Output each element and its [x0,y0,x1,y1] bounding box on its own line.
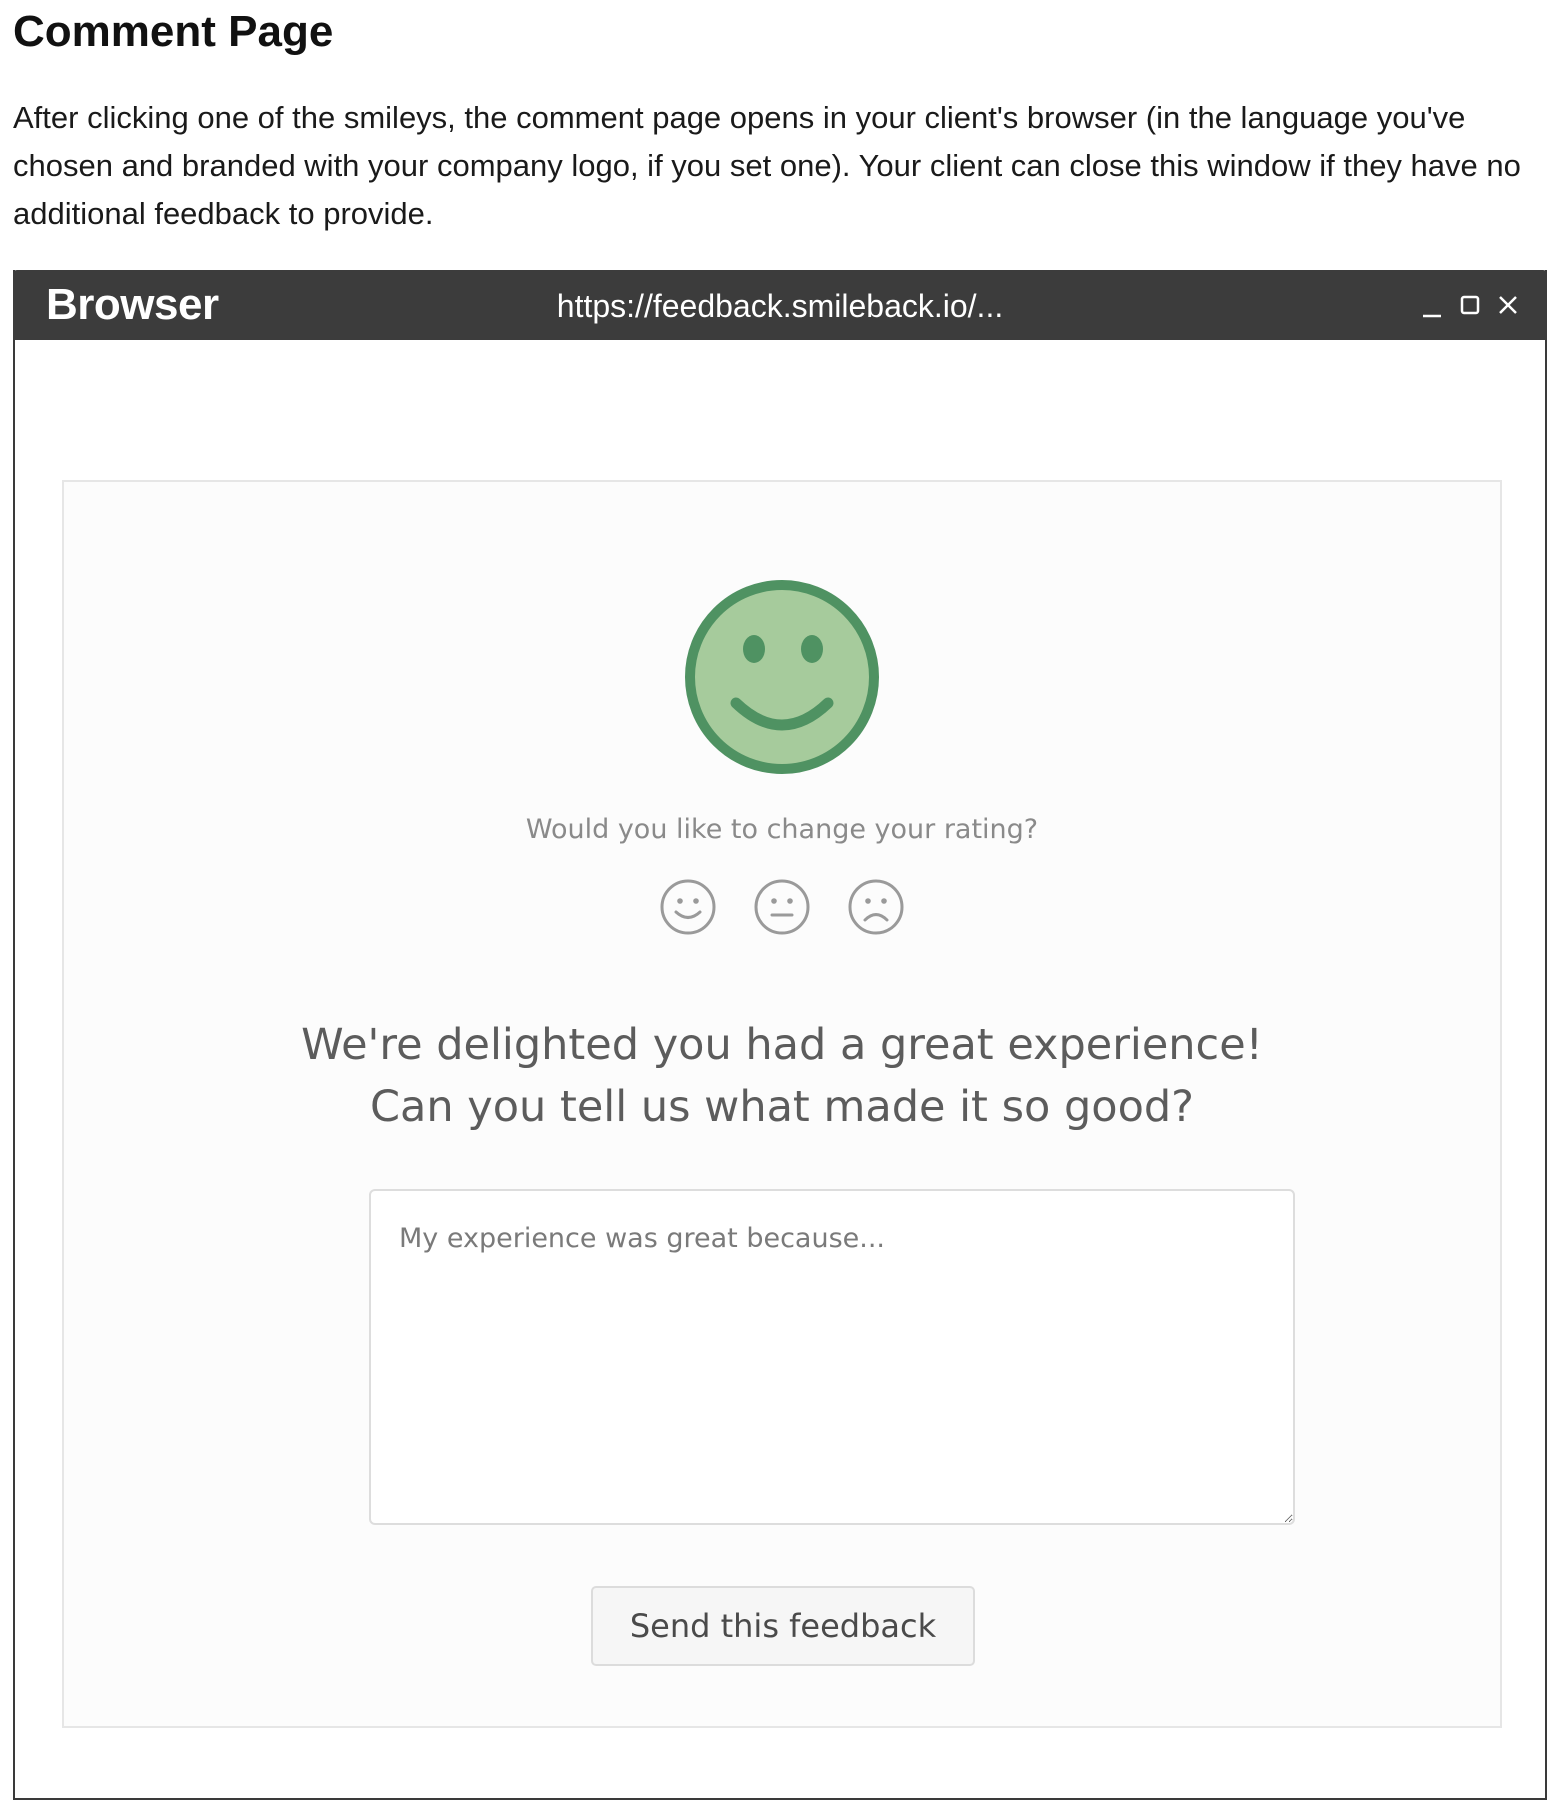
feedback-headline: We're delighted you had a great experien… [64,1014,1500,1138]
headline-line-1: We're delighted you had a great experien… [301,1020,1263,1070]
feedback-page: Would you like to change your rating? We… [62,480,1502,1728]
minimize-icon[interactable] [1419,290,1445,320]
happy-face-icon [685,580,879,774]
maximize-icon[interactable] [1457,290,1483,320]
window-controls [1419,290,1521,320]
happy-face-icon[interactable] [659,878,717,936]
headline-line-2: Can you tell us what made it so good? [369,1082,1194,1132]
browser-titlebar: Browser https://feedback.smileback.io/..… [13,270,1547,340]
intro-paragraph: After clicking one of the smileys, the c… [13,100,1521,231]
comment-textarea[interactable] [369,1189,1295,1525]
change-rating-question: Would you like to change your rating? [525,814,1039,845]
send-feedback-button[interactable]: Send this feedback [591,1586,975,1666]
address-bar-url[interactable]: https://feedback.smileback.io/... [13,286,1547,326]
neutral-face-icon[interactable] [753,878,811,936]
page-title: Comment Page [13,7,334,56]
sad-face-icon[interactable] [847,878,905,936]
rating-options [64,878,1500,936]
close-icon[interactable] [1495,290,1521,320]
browser-window: Browser https://feedback.smileback.io/..… [13,270,1547,1800]
